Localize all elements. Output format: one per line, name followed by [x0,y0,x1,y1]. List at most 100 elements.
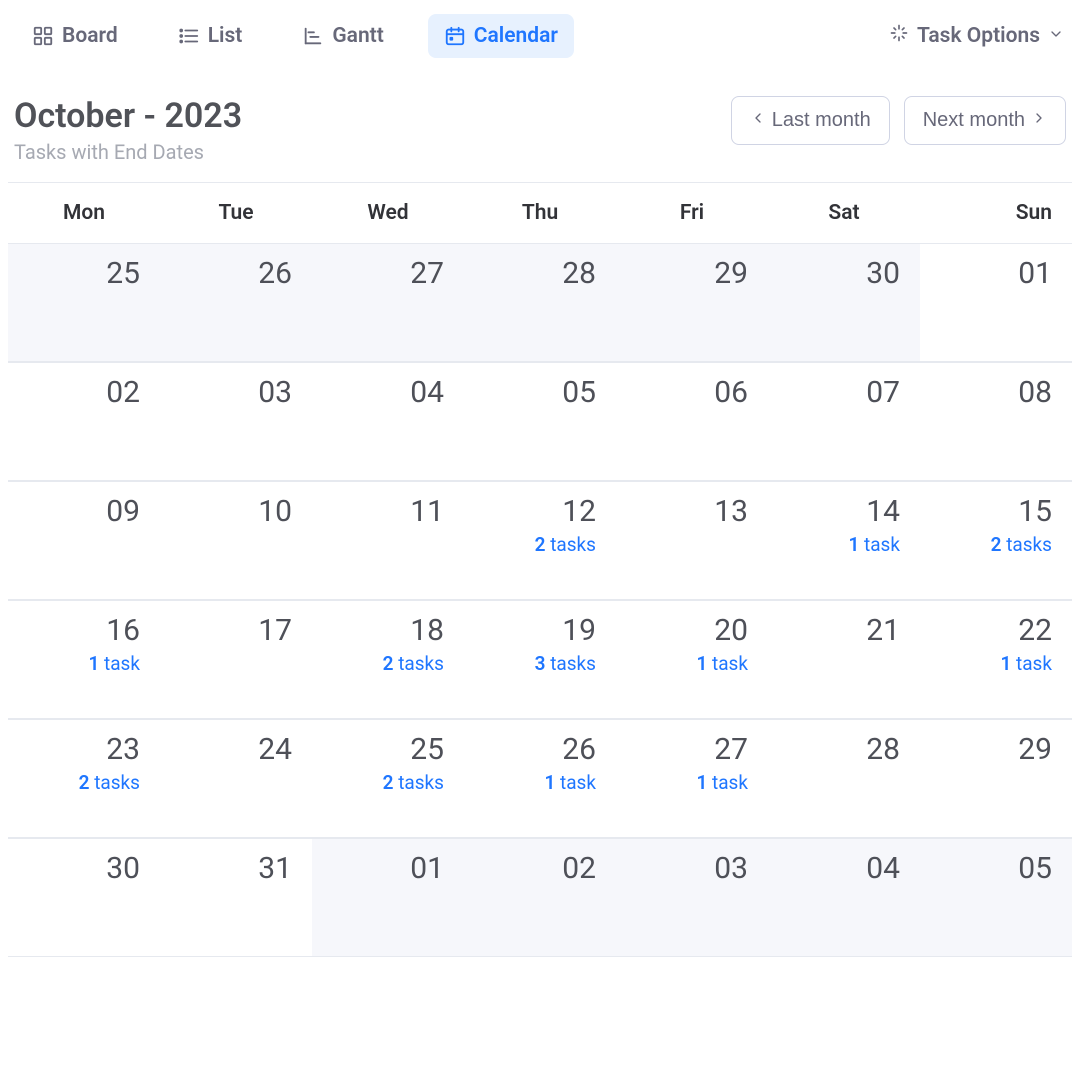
day-number: 28 [866,732,900,767]
task-options-button[interactable]: Task Options [889,23,1064,49]
day-number: 28 [562,256,596,291]
calendar-week-row: 252627 28 29 30 01 [8,243,1072,362]
day-tasks-count: 1 [696,652,707,675]
calendar-day-cell[interactable]: 252 tasks [312,720,464,838]
day-tasks-label[interactable]: 1 task [1000,652,1052,675]
calendar-day-cell[interactable]: 04 [768,839,920,957]
calendar-day-cell[interactable]: 141 task [768,482,920,600]
tab-gantt[interactable]: Gantt [286,14,399,58]
calendar-day-cell[interactable]: 31 [160,839,312,957]
day-tasks-label[interactable]: 1 task [88,652,140,675]
calendar-day-cell[interactable]: 182 tasks [312,601,464,719]
calendar-day-cell[interactable]: 27 [312,244,464,362]
calendar-day-cell[interactable]: 261 task [464,720,616,838]
weekday-header: Sun [920,183,1072,243]
calendar-day-cell[interactable]: 08 [920,363,1072,481]
next-month-button[interactable]: Next month [904,96,1066,145]
day-tasks-label[interactable]: 2 tasks [383,771,444,794]
calendar-day-cell[interactable]: 201 task [616,601,768,719]
calendar-day-cell[interactable]: 232 tasks [8,720,160,838]
calendar-day-cell[interactable]: 29 [616,244,768,362]
day-tasks-count: 1 [88,652,99,675]
calendar-day-cell[interactable]: 30 [768,244,920,362]
day-tasks-label[interactable]: 2 tasks [79,771,140,794]
day-number: 02 [106,375,140,410]
weekday-header: Wed [312,183,464,243]
calendar-day-cell[interactable]: 06 [616,363,768,481]
calendar-day-cell[interactable]: 01 [312,839,464,957]
calendar-day-cell[interactable]: 10 [160,482,312,600]
day-number: 31 [258,851,292,886]
calendar-day-cell[interactable]: 24 [160,720,312,838]
calendar-day-cell[interactable]: 13 [616,482,768,600]
calendar-day-cell[interactable]: 15 2 tasks [920,482,1072,600]
day-tasks-count: 2 [535,533,546,556]
calendar-weeks: 2526272829300102030405060708091011122 ta… [8,243,1072,957]
day-tasks-label[interactable]: 2 tasks [535,533,596,556]
calendar-day-cell[interactable]: 28 [464,244,616,362]
day-number: 29 [1018,732,1052,767]
calendar-day-cell[interactable]: 221 task [920,601,1072,719]
calendar-day-cell[interactable]: 193 tasks [464,601,616,719]
calendar-week-row: 0910 11 122 tasks13141 task 15 2 tasks [8,481,1072,600]
day-tasks-label[interactable]: 2 tasks [383,652,444,675]
calendar-day-cell[interactable]: 05 [920,839,1072,957]
calendar-day-cell[interactable]: 30 [8,839,160,957]
chevron-down-icon [1048,24,1064,48]
tab-board[interactable]: Board [16,14,134,58]
day-tasks-label[interactable]: 2 tasks [991,533,1052,556]
tab-board-label: Board [62,24,118,48]
calendar-day-cell[interactable]: 26 [160,244,312,362]
calendar-day-cell[interactable]: 05 [464,363,616,481]
day-number: 11 [410,494,444,529]
chevron-right-icon [1031,109,1047,132]
gantt-icon [302,25,324,47]
day-tasks-label[interactable]: 1 task [696,652,748,675]
calendar-day-cell[interactable]: 02 [8,363,160,481]
calendar-day-cell[interactable]: 122 tasks [464,482,616,600]
tab-calendar-label: Calendar [474,24,558,48]
calendar-day-cell[interactable]: 161 task [8,601,160,719]
calendar-day-cell[interactable]: 11 [312,482,464,600]
day-number: 05 [1018,851,1052,886]
day-tasks-count: 1 [544,771,555,794]
day-tasks-label[interactable]: 1 task [848,533,900,556]
calendar-day-cell[interactable]: 04 [312,363,464,481]
task-options-label: Task Options [917,24,1040,48]
calendar-day-cell[interactable]: 03 [160,363,312,481]
day-number: 30 [106,851,140,886]
tab-calendar[interactable]: Calendar [428,14,574,58]
day-tasks-label[interactable]: 1 task [696,771,748,794]
calendar-day-cell[interactable]: 07 [768,363,920,481]
calendar-day-cell[interactable]: 28 [768,720,920,838]
day-number: 08 [1018,375,1052,410]
calendar-day-cell[interactable]: 25 [8,244,160,362]
day-tasks-label[interactable]: 3 tasks [535,652,596,675]
calendar-day-cell[interactable]: 29 [920,720,1072,838]
tab-list-label: List [208,24,243,48]
weekday-header: Fri [616,183,768,243]
calendar-day-cell[interactable]: 17 [160,601,312,719]
page-subtitle: Tasks with End Dates [14,140,242,164]
day-tasks-label[interactable]: 1 task [544,771,596,794]
day-number: 04 [866,851,900,886]
calendar-day-cell[interactable]: 09 [8,482,160,600]
view-tabs: Board List Gantt [16,14,574,58]
next-month-label: Next month [923,109,1025,132]
list-icon [178,25,200,47]
calendar-day-cell[interactable]: 01 [920,244,1072,362]
day-number: 07 [866,375,900,410]
tab-list[interactable]: List [162,14,259,58]
last-month-button[interactable]: Last month [731,96,890,145]
day-number: 15 [1018,494,1052,529]
weekday-header: Thu [464,183,616,243]
day-number: 24 [258,732,292,767]
calendar-day-cell[interactable]: 03 [616,839,768,957]
calendar-day-cell[interactable]: 02 [464,839,616,957]
day-number: 05 [562,375,596,410]
sparkle-icon [889,23,909,49]
calendar-day-cell[interactable]: 21 [768,601,920,719]
calendar-day-cell[interactable]: 271 task [616,720,768,838]
day-number: 01 [1018,256,1052,291]
day-number: 30 [866,256,900,291]
